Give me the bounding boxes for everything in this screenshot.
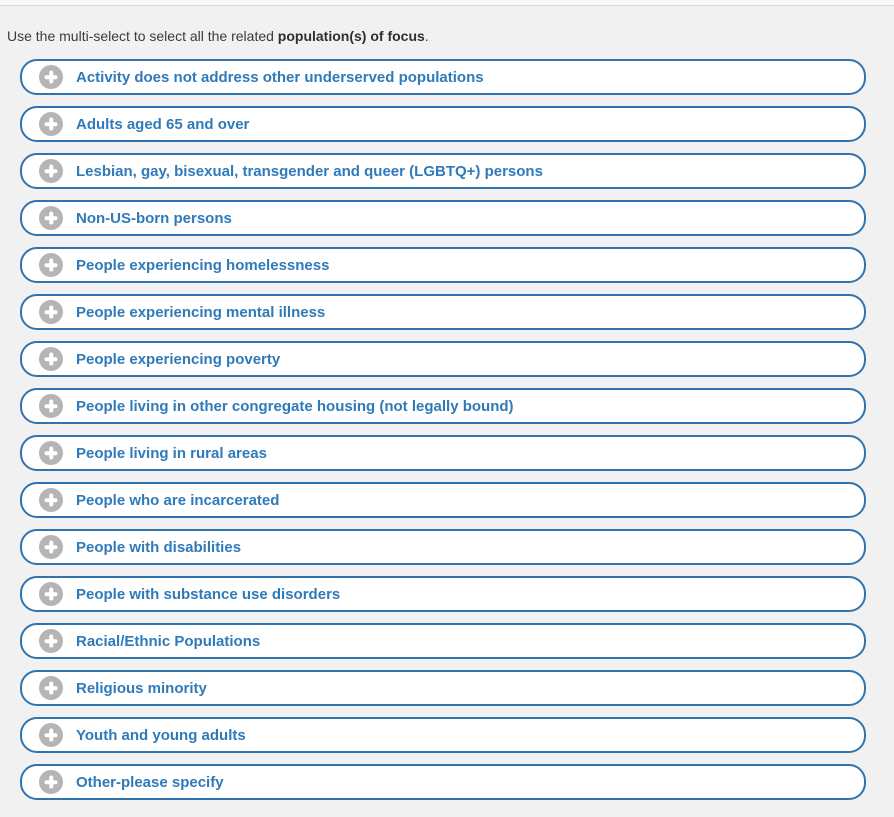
multiselect-option[interactable]: Lesbian, gay, bisexual, transgender and … [20, 153, 866, 189]
multiselect-option[interactable]: People living in other congregate housin… [20, 388, 866, 424]
multiselect-option-label: People living in rural areas [76, 444, 267, 462]
plus-icon [39, 629, 63, 653]
multiselect-option[interactable]: People who are incarcerated [20, 482, 866, 518]
plus-icon [39, 535, 63, 559]
multiselect-option-label: People experiencing poverty [76, 350, 281, 368]
multiselect-option[interactable]: Other-please specify [20, 764, 866, 800]
multiselect-option[interactable]: Adults aged 65 and over [20, 106, 866, 142]
plus-icon [39, 394, 63, 418]
multiselect-option-label: People with disabilities [76, 538, 242, 556]
plus-icon [39, 159, 63, 183]
top-divider [0, 0, 894, 6]
instruction-suffix: . [424, 28, 429, 44]
multiselect-option[interactable]: People with disabilities [20, 529, 866, 565]
multiselect-option[interactable]: People experiencing poverty [20, 341, 866, 377]
multiselect-option[interactable]: Activity does not address other underser… [20, 59, 866, 95]
plus-icon [39, 676, 63, 700]
plus-icon [39, 347, 63, 371]
instruction-prefix: Use the multi-select to select all the r… [7, 28, 278, 44]
multiselect-option-label: People experiencing homelessness [76, 256, 330, 274]
multiselect-option-label: People who are incarcerated [76, 491, 280, 509]
population-focus-page: Use the multi-select to select all the r… [0, 0, 894, 817]
multiselect-option[interactable]: People experiencing homelessness [20, 247, 866, 283]
multiselect-option-label: Racial/Ethnic Populations [76, 632, 261, 650]
multiselect-option[interactable]: People with substance use disorders [20, 576, 866, 612]
multiselect-option-label: People experiencing mental illness [76, 303, 326, 321]
instruction-bold: population(s) of focus [277, 28, 425, 44]
multiselect-option[interactable]: People living in rural areas [20, 435, 866, 471]
multiselect-option-label: Adults aged 65 and over [76, 115, 250, 133]
multiselect-option[interactable]: Non-US-born persons [20, 200, 866, 236]
instruction-text: Use the multi-select to select all the r… [7, 28, 884, 45]
multiselect-option-label: Youth and young adults [76, 726, 246, 744]
multiselect-option[interactable]: Religious minority [20, 670, 866, 706]
multiselect-option-label: Other-please specify [76, 773, 224, 791]
plus-icon [39, 770, 63, 794]
plus-icon [39, 300, 63, 324]
multiselect-option[interactable]: People experiencing mental illness [20, 294, 866, 330]
multiselect-option-label: Religious minority [76, 679, 207, 697]
population-multiselect: Activity does not address other underser… [20, 59, 866, 800]
multiselect-option[interactable]: Racial/Ethnic Populations [20, 623, 866, 659]
multiselect-option-label: Activity does not address other underser… [76, 68, 484, 86]
multiselect-option-label: People with substance use disorders [76, 585, 341, 603]
multiselect-option[interactable]: Youth and young adults [20, 717, 866, 753]
multiselect-option-label: Lesbian, gay, bisexual, transgender and … [76, 162, 543, 180]
plus-icon [39, 253, 63, 277]
multiselect-option-label: Non-US-born persons [76, 209, 232, 227]
multiselect-option-label: People living in other congregate housin… [76, 397, 514, 415]
plus-icon [39, 441, 63, 465]
plus-icon [39, 488, 63, 512]
plus-icon [39, 723, 63, 747]
plus-icon [39, 582, 63, 606]
plus-icon [39, 206, 63, 230]
plus-icon [39, 65, 63, 89]
plus-icon [39, 112, 63, 136]
